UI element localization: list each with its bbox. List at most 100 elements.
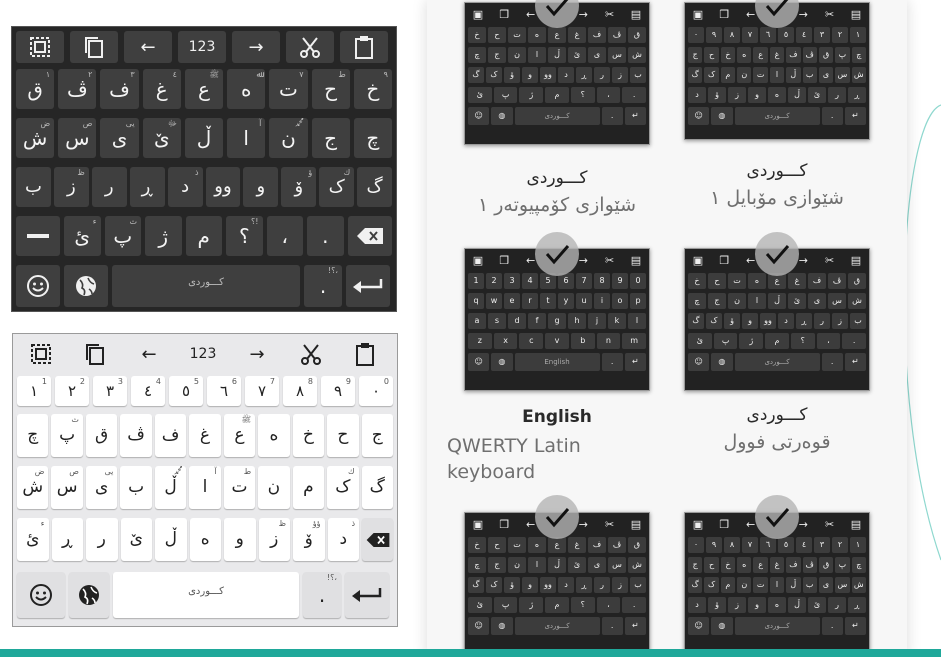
letter-key[interactable]: كک <box>319 167 355 207</box>
numbers-button[interactable]: 123 <box>179 337 227 371</box>
letter-key[interactable]: ؤؤ ۆ <box>293 518 325 561</box>
letter-key[interactable]: م <box>185 216 222 256</box>
space-key[interactable]: کـــوردی <box>112 265 300 307</box>
letter-key[interactable]: ٩خ <box>353 69 392 109</box>
paste-icon[interactable] <box>340 31 388 63</box>
letter-key[interactable]: ذد <box>167 167 203 207</box>
letter-key[interactable]: وو <box>205 167 241 207</box>
letter-key[interactable]: ڕ <box>129 167 165 207</box>
letter-key[interactable]: چ <box>17 414 49 457</box>
letter-key[interactable]: ذد <box>327 518 359 561</box>
letter-key[interactable]: ٧ت <box>269 69 308 109</box>
numbers-button[interactable]: 123 <box>178 31 226 63</box>
letter-key[interactable]: ن <box>258 466 290 509</box>
letter-key[interactable]: 6٦ <box>207 376 241 406</box>
letter-key[interactable]: كک <box>327 466 359 509</box>
letter-key[interactable]: ژ <box>145 216 182 256</box>
letter-key[interactable]: . <box>307 216 344 256</box>
enter-key[interactable] <box>346 265 390 307</box>
letter-key[interactable]: ه <box>189 518 221 561</box>
letter-key[interactable]: ءئ <box>64 216 101 256</box>
letter-key[interactable]: ﷺع <box>223 414 256 457</box>
letter-key[interactable]: صس <box>58 118 97 158</box>
backspace-key[interactable] <box>362 518 393 561</box>
letter-key[interactable]: 7٧ <box>245 376 279 406</box>
letter-key[interactable]: ٣ف <box>100 69 139 109</box>
globe-key[interactable] <box>69 572 109 618</box>
letter-key[interactable]: ج <box>361 414 393 457</box>
letter-key[interactable]: طح <box>311 69 350 109</box>
select-all-icon[interactable] <box>16 31 64 63</box>
paste-icon[interactable] <box>341 337 389 371</box>
select-all-icon[interactable] <box>17 337 65 371</box>
letter-key[interactable]: صس <box>51 466 83 509</box>
letter-key[interactable]: 8٨ <box>283 376 317 406</box>
arrow-right-icon[interactable]: → <box>233 337 281 371</box>
letter-key[interactable]: 1١ <box>17 376 51 406</box>
letter-key[interactable]: يى ی <box>100 118 139 158</box>
emoji-key[interactable] <box>17 572 65 618</box>
letter-key[interactable]: 5٥ <box>169 376 203 406</box>
letter-key[interactable]: ڕ <box>51 518 83 561</box>
letter-key[interactable]: ضش <box>17 466 49 509</box>
letter-key[interactable]: ب <box>16 167 51 207</box>
letter-key[interactable]: ق <box>85 414 118 457</box>
letter-key[interactable]: ضش <box>16 118 55 158</box>
letter-key[interactable]: ﷲه <box>227 69 266 109</box>
letter-key[interactable]: ﷴڵ <box>154 466 187 509</box>
letter-key[interactable]: ظز <box>53 167 89 207</box>
letter-key[interactable]: آا <box>227 118 266 158</box>
letter-key[interactable]: 3٣ <box>93 376 127 406</box>
letter-key[interactable]: ، <box>266 216 303 256</box>
arrow-left-icon[interactable]: ← <box>125 337 173 371</box>
copy-icon[interactable] <box>71 337 119 371</box>
letter-key[interactable]: چ <box>353 118 392 158</box>
letter-key[interactable]: خ <box>292 414 325 457</box>
letter-key[interactable]: و <box>243 167 279 207</box>
letter-key[interactable]: ف <box>154 414 187 457</box>
letter-key[interactable]: ٤غ <box>142 69 181 109</box>
letter-key[interactable]: ڤ <box>120 414 152 457</box>
shift-key[interactable] <box>16 216 60 256</box>
letter-key[interactable]: ڵ <box>184 118 224 158</box>
letter-key[interactable]: يى ی <box>85 466 118 509</box>
backspace-key[interactable] <box>347 216 392 256</box>
letter-key[interactable]: ﷴن <box>269 118 308 158</box>
letter-key[interactable]: ح <box>327 414 359 457</box>
letter-key[interactable]: ڵ <box>155 518 187 561</box>
letter-key[interactable]: ﷺع <box>184 69 224 109</box>
letter-key[interactable]: ؤۆ <box>281 167 317 207</box>
letter-key[interactable]: م <box>292 466 325 509</box>
copy-icon[interactable] <box>70 31 118 63</box>
letter-key[interactable]: ر <box>86 518 118 561</box>
letter-key[interactable]: ظز <box>258 518 290 561</box>
enter-key[interactable] <box>345 572 389 618</box>
emoji-key[interactable] <box>16 265 60 307</box>
letter-key[interactable]: ه <box>258 414 290 457</box>
letter-key[interactable]: طت <box>223 466 256 509</box>
letter-key[interactable]: ثپ <box>104 216 141 256</box>
letter-key[interactable]: ١ق <box>16 69 55 109</box>
letter-key[interactable]: 0٠ <box>359 376 393 406</box>
letter-key[interactable]: ٢ڤ <box>58 69 97 109</box>
letter-key[interactable]: ءئ <box>17 518 49 561</box>
period-key[interactable]: !؟، . <box>303 572 341 618</box>
arrow-right-icon[interactable]: → <box>232 31 280 63</box>
letter-key[interactable]: غ <box>189 414 221 457</box>
period-key[interactable]: !؟، . <box>304 265 342 307</box>
letter-key[interactable]: 2٢ <box>55 376 89 406</box>
letter-key[interactable]: ؟! ؟ <box>226 216 263 256</box>
arrow-left-icon[interactable]: ← <box>124 31 172 63</box>
letter-key[interactable]: گ <box>361 466 393 509</box>
letter-key[interactable]: آا <box>189 466 221 509</box>
letter-key[interactable]: 9٩ <box>321 376 355 406</box>
globe-key[interactable] <box>64 265 108 307</box>
cut-icon[interactable] <box>287 337 335 371</box>
letter-key[interactable]: ج <box>311 118 350 158</box>
letter-key[interactable]: ثپ <box>51 414 83 457</box>
space-key[interactable]: کـــوردی <box>113 572 299 618</box>
letter-key[interactable]: و <box>224 518 256 561</box>
letter-key[interactable]: گ <box>357 167 393 207</box>
letter-key[interactable]: ﷻێ <box>142 118 181 158</box>
letter-key[interactable]: 4٤ <box>131 376 165 406</box>
